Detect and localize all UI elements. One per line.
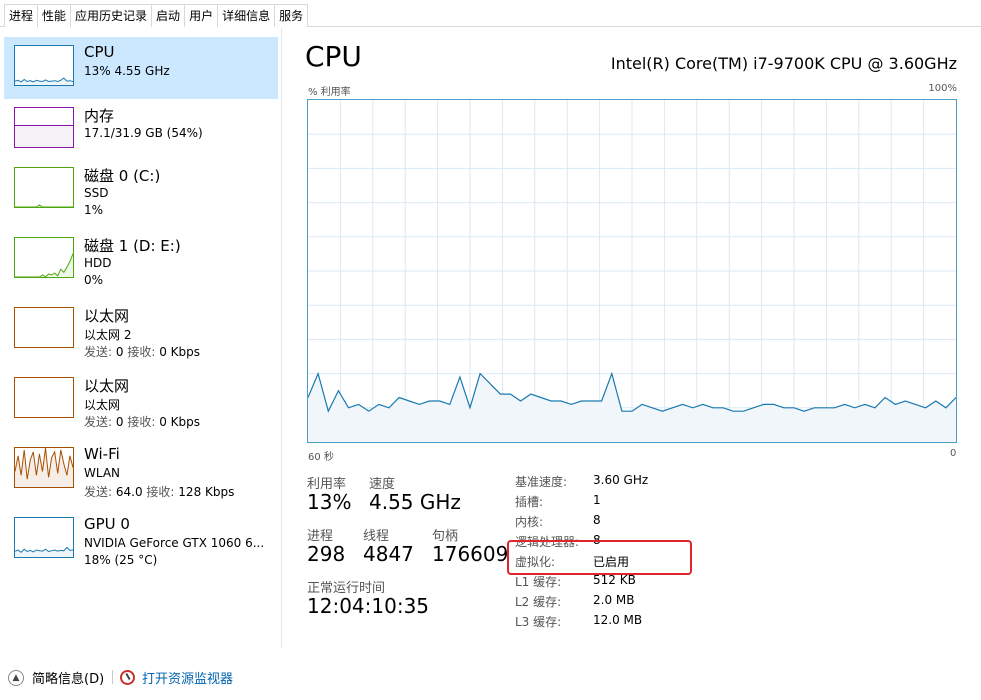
processes-value: 298 xyxy=(307,542,346,566)
sockets-value: 1 xyxy=(593,493,601,507)
cores-label: 内核: xyxy=(515,515,544,529)
disk1-thumbnail-graph xyxy=(14,237,74,278)
resource-monitor-icon xyxy=(120,670,135,685)
sidebar-item-cpu[interactable]: CPU 13% 4.55 GHz xyxy=(4,37,278,99)
sidebar-item-ethernet-2[interactable]: 以太网 以太网 2 发送: 0 接收: 0 Kbps xyxy=(4,299,278,361)
sidebar-item-gpu0[interactable]: GPU 0 NVIDIA GeForce GTX 1060 6... 18% (… xyxy=(4,509,278,571)
receive-value: 0 Kbps xyxy=(159,345,201,359)
utilization-value: 13% xyxy=(307,490,352,514)
sidebar-item-disk0[interactable]: 磁盘 0 (C:) SSD 1% xyxy=(4,159,278,221)
fewer-details-label: 简略信息(D) xyxy=(32,672,105,687)
open-resource-monitor-label: 打开资源监视器 xyxy=(142,672,234,687)
l1-cache-label: L1 缓存: xyxy=(515,575,562,589)
disk0-thumbnail-graph xyxy=(14,167,74,208)
ethernet-thumbnail-graph xyxy=(14,377,74,418)
fewer-details-button[interactable]: ▲ 简略信息(D) xyxy=(8,668,104,687)
tab-startup[interactable]: 启动 xyxy=(151,4,186,27)
ethernet-thumbnail-graph xyxy=(14,307,74,348)
sidebar-item-title: Wi-Fi xyxy=(84,445,120,463)
memory-thumbnail-graph xyxy=(14,107,74,148)
threads-value: 4847 xyxy=(363,542,414,566)
handles-value: 176609 xyxy=(432,542,509,566)
sidebar-item-usage: 18% (25 °C) xyxy=(84,553,158,567)
sidebar-item-disk1[interactable]: 磁盘 1 (D: E:) HDD 0% xyxy=(4,229,278,291)
virtualization-highlight-box xyxy=(507,540,692,575)
sidebar-item-throughput: 发送: 0 接收: 0 Kbps xyxy=(84,413,200,430)
graph-y-max: 100% xyxy=(928,83,957,94)
receive-value: 0 Kbps xyxy=(159,415,201,429)
sidebar-item-subtitle: NVIDIA GeForce GTX 1060 6... xyxy=(84,536,265,550)
tab-users[interactable]: 用户 xyxy=(184,4,219,27)
open-resource-monitor-link[interactable]: 打开资源监视器 xyxy=(120,668,233,687)
sidebar-item-throughput: 发送: 64.0 接收: 128 Kbps xyxy=(84,483,234,500)
send-label: 发送: xyxy=(84,345,113,359)
receive-label: 接收: xyxy=(127,345,156,359)
tab-services[interactable]: 服务 xyxy=(274,4,309,27)
sidebar: CPU 13% 4.55 GHz 内存 17.1/31.9 GB (54%) 磁… xyxy=(0,28,280,648)
sidebar-item-title: 内存 xyxy=(84,107,115,125)
graph-y-label: % 利用率 xyxy=(308,87,351,98)
sockets-label: 插槽: xyxy=(515,495,544,509)
base-speed-label: 基准速度: xyxy=(515,475,568,489)
l2-cache-label: L2 缓存: xyxy=(515,595,562,609)
cores-value: 8 xyxy=(593,513,601,527)
page-title: CPU xyxy=(305,40,362,73)
sidebar-item-subtitle: 13% 4.55 GHz xyxy=(84,64,170,78)
sidebar-item-usage: 0% xyxy=(84,273,104,287)
bottom-bar: ▲ 简略信息(D) 打开资源监视器 xyxy=(0,662,981,692)
cpu-model-name: Intel(R) Core(TM) i7-9700K CPU @ 3.60GHz xyxy=(610,54,957,73)
send-value: 64.0 xyxy=(115,485,143,499)
sidebar-item-title: 磁盘 1 (D: E:) xyxy=(84,237,181,255)
sidebar-item-subtitle: 以太网 2 xyxy=(84,328,132,342)
sidebar-item-title: 磁盘 0 (C:) xyxy=(84,167,161,185)
sidebar-item-subtitle: WLAN xyxy=(84,466,121,480)
l2-cache-value: 2.0 MB xyxy=(593,593,635,607)
sidebar-item-throughput: 发送: 0 接收: 0 Kbps xyxy=(84,343,200,360)
sidebar-item-ethernet[interactable]: 以太网 以太网 发送: 0 接收: 0 Kbps xyxy=(4,369,278,431)
gpu-thumbnail-graph xyxy=(14,517,74,558)
send-label: 发送: xyxy=(84,415,113,429)
disk0-thumb-line xyxy=(15,204,73,207)
gpu-thumb-fill xyxy=(15,547,73,557)
disk1-thumb-fill xyxy=(15,253,73,277)
cpu-thumbnail-graph xyxy=(14,45,74,86)
sidebar-item-usage: 1% xyxy=(84,203,104,217)
l1-cache-value: 512 KB xyxy=(593,573,636,587)
sidebar-item-subtitle: 以太网 xyxy=(84,398,121,412)
bottom-separator xyxy=(112,670,113,684)
sidebar-item-title: GPU 0 xyxy=(84,515,130,533)
send-value: 0 xyxy=(115,415,124,429)
l3-cache-value: 12.0 MB xyxy=(593,613,643,627)
base-speed-value: 3.60 GHz xyxy=(593,473,649,487)
tab-bar: 进程 性能 应用历史记录 启动 用户 详细信息 服务 xyxy=(0,0,981,28)
uptime-value: 12:04:10:35 xyxy=(307,594,430,618)
graph-x-right: 0 xyxy=(950,448,957,459)
tab-performance[interactable]: 性能 xyxy=(37,4,72,28)
sidebar-item-subtitle: 17.1/31.9 GB (54%) xyxy=(84,126,203,140)
sidebar-item-memory[interactable]: 内存 17.1/31.9 GB (54%) xyxy=(4,99,278,161)
sidebar-item-wifi[interactable]: Wi-Fi WLAN 发送: 64.0 接收: 128 Kbps xyxy=(4,439,278,501)
cpu-utilization-plot xyxy=(308,100,956,442)
sidebar-item-title: 以太网 xyxy=(84,377,130,395)
receive-label: 接收: xyxy=(127,415,156,429)
pane-divider[interactable] xyxy=(281,28,282,648)
sidebar-item-subtitle: SSD xyxy=(84,186,109,200)
l3-cache-label: L3 缓存: xyxy=(515,615,562,629)
send-value: 0 xyxy=(115,345,124,359)
receive-value: 128 Kbps xyxy=(178,485,235,499)
speed-value: 4.55 GHz xyxy=(369,490,461,514)
sidebar-item-title: 以太网 xyxy=(84,307,130,325)
receive-label: 接收: xyxy=(146,485,175,499)
tab-details[interactable]: 详细信息 xyxy=(217,4,276,27)
sidebar-item-subtitle: HDD xyxy=(84,256,112,270)
wifi-thumbnail-graph xyxy=(14,447,74,488)
cpu-utilization-graph xyxy=(307,99,957,443)
sidebar-item-title: CPU xyxy=(84,43,115,61)
tab-processes[interactable]: 进程 xyxy=(4,4,39,27)
tab-app-history[interactable]: 应用历史记录 xyxy=(70,4,153,27)
send-label: 发送: xyxy=(84,485,113,499)
graph-x-left: 60 秒 xyxy=(308,452,334,463)
tabs: 进程 性能 应用历史记录 启动 用户 详细信息 服务 xyxy=(4,4,309,28)
chevron-up-icon: ▲ xyxy=(8,669,24,686)
